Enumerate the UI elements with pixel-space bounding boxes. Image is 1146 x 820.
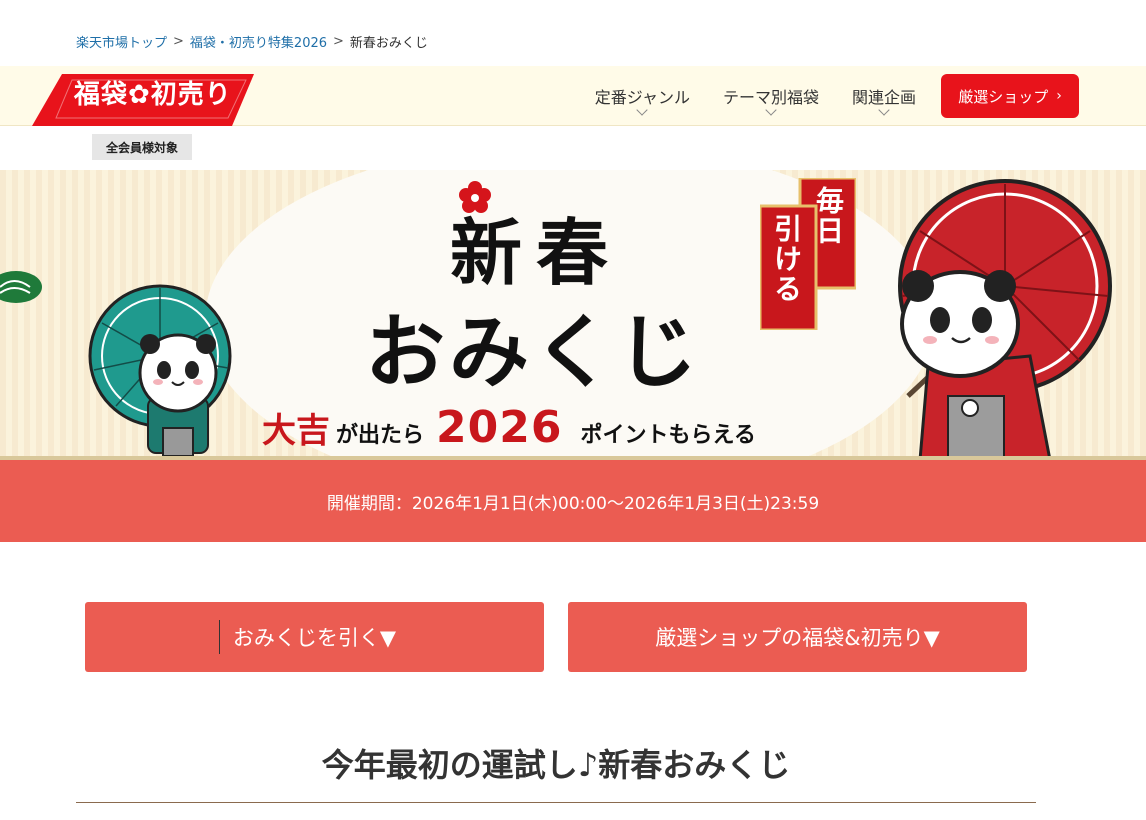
selected-shops-fukubukuro-button[interactable]: 厳選ショップの福袋&初売り▼: [568, 602, 1027, 672]
text-cursor: [219, 620, 220, 654]
logo-text: 福袋✿初売り: [74, 80, 232, 110]
hero-sub-mid: が出たら: [336, 423, 425, 448]
chevron-right-icon: ›: [1056, 88, 1062, 104]
header-nav: 定番ジャンル テーマ別福袋 関連企画: [562, 66, 916, 126]
draw-omikuji-label: おみくじを引く▼: [232, 626, 397, 650]
hero-sub-year: 2026: [436, 402, 563, 453]
breadcrumb: 楽天市場トップ > 福袋・初売り特集2026 > 新春おみくじ: [76, 30, 428, 52]
breadcrumb-separator: >: [173, 33, 184, 49]
breadcrumb-separator: >: [333, 33, 344, 49]
breadcrumb-link-fukubukuro[interactable]: 福袋・初売り特集2026: [190, 32, 327, 51]
pine-icon: [0, 271, 42, 303]
nav-item-standard-genre[interactable]: 定番ジャンル: [595, 84, 690, 116]
selected-shops-label: 厳選ショップ: [958, 87, 1049, 106]
hero-banner: 新春 おみくじ 毎日 引ける 大吉 が出たら 2026 ポイントもらえる: [0, 170, 1146, 460]
selected-shops-button[interactable]: 厳選ショップ ›: [941, 74, 1079, 118]
section-divider: [76, 802, 1036, 803]
section-title: 今年最初の運試し♪新春おみくじ: [321, 746, 791, 784]
hero-sub-daikichi: 大吉: [262, 411, 330, 451]
nav-item-theme-fukubukuro[interactable]: テーマ別福袋: [723, 84, 819, 116]
fukubukuro-logo[interactable]: 福袋✿初売り: [32, 66, 254, 126]
event-period-bar: 開催期間：2026年1月1日(木)00:00～2026年1月3日(土)23:59: [0, 460, 1146, 542]
breadcrumb-link-rakuten-top[interactable]: 楽天市場トップ: [76, 32, 167, 51]
breadcrumb-current: 新春おみくじ: [349, 35, 428, 51]
member-badge: 全会員様対象: [92, 134, 192, 160]
nav-item-related[interactable]: 関連企画: [852, 84, 916, 116]
site-header: 福袋✿初売り 定番ジャンル テーマ別福袋 関連企画 厳選ショップ ›: [0, 66, 1146, 126]
hero-subtitle: 大吉 が出たら 2026 ポイントもらえる: [262, 402, 756, 453]
event-period-text: 開催期間：2026年1月1日(木)00:00～2026年1月3日(土)23:59: [326, 493, 820, 514]
draw-omikuji-button[interactable]: おみくじを引く▼: [85, 602, 544, 672]
hero-title-omikuji: おみくじ: [365, 305, 701, 399]
selected-shops-fukubukuro-label: 厳選ショップの福袋&初売り▼: [655, 626, 940, 650]
panda-red-umbrella-illustration: [898, 179, 1112, 460]
daily-tag-text-hikeru: 引ける: [770, 214, 803, 304]
daily-tag-text-mainichi: 毎日: [812, 186, 845, 246]
panda-teal-umbrella-illustration: [88, 284, 232, 457]
hero-title-shinshun: 新春: [450, 210, 623, 295]
hero-sub-end: ポイントもらえる: [580, 423, 756, 448]
